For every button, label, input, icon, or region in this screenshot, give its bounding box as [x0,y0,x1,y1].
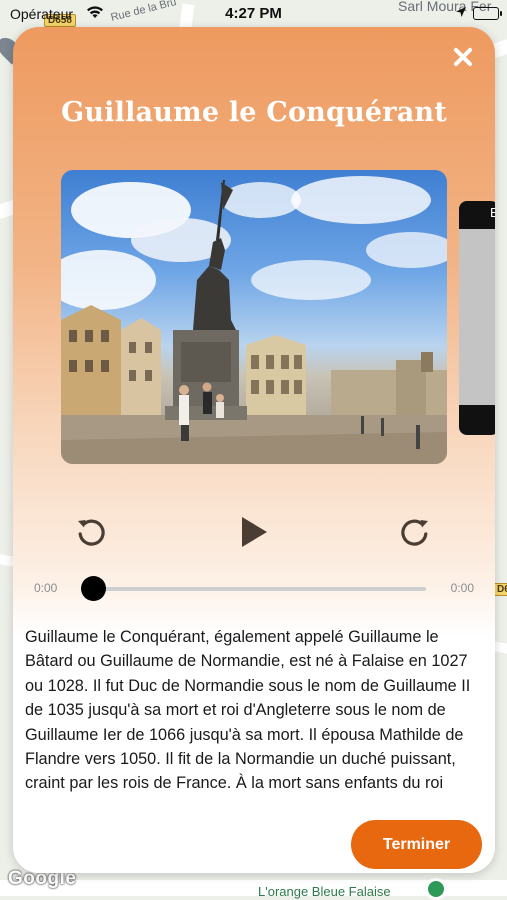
rewind-icon[interactable] [75,515,109,549]
monument-photo-illustration [61,176,447,464]
forward-icon[interactable] [397,515,431,549]
audio-guide-modal: Guillaume le Conquérant E 0:00 0:00 Guil… [13,27,495,873]
finish-button[interactable]: Terminer [351,820,482,869]
clock: 4:27 PM [225,5,282,22]
battery-icon [473,6,502,20]
road-badge-right: D6 [493,583,507,596]
audio-progress-slider[interactable] [81,576,426,601]
current-time: 0:00 [34,581,58,595]
thumbnail-bottom-bar [459,405,495,435]
monument-photo[interactable] [61,170,447,464]
thumbnail-label: EN [490,205,495,220]
play-icon[interactable] [236,515,270,549]
location-arrow-icon [455,5,467,21]
status-bar: Opérateur 4:27 PM [0,0,507,28]
slider-knob[interactable] [81,576,106,601]
duration: 0:00 [450,581,474,595]
map-poi-label[interactable]: L'orange Bleue Falaise [258,884,391,899]
next-card-thumbnail[interactable]: EN [459,201,495,435]
close-icon[interactable] [450,44,476,70]
modal-title: Guillaume le Conquérant [61,97,447,128]
description-text[interactable]: Guillaume le Conquérant, également appel… [25,625,473,815]
map-poi-pin-icon[interactable] [425,878,447,900]
